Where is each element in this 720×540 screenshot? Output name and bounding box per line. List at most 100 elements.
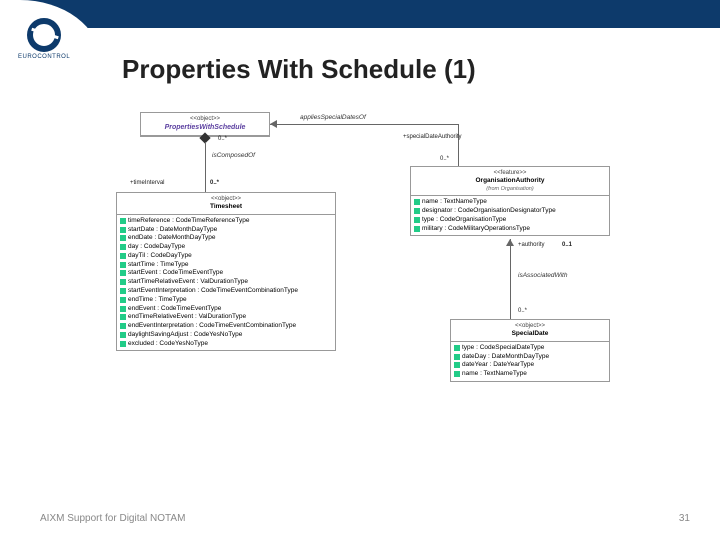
attribute: endTime : TimeType (120, 296, 332, 305)
footer: AIXM Support for Digital NOTAM 31 (40, 513, 690, 524)
attribute-text: military : CodeMilitaryOperationsType (422, 225, 530, 234)
attribute-icon (120, 244, 126, 250)
attribute-icon (454, 354, 460, 360)
multiplicity: 0..1 (562, 242, 572, 248)
rel-label: isComposedOf (212, 152, 255, 159)
stereotype: <<object>> (120, 195, 332, 203)
attribute-icon (120, 323, 126, 329)
class-name: SpecialDate (454, 330, 606, 339)
attribute: military : CodeMilitaryOperationsType (414, 225, 606, 234)
attribute: startDate : DateMonthDayType (120, 226, 332, 235)
attribute-text: name : TextNameType (462, 370, 527, 379)
attribute-icon (120, 314, 126, 320)
attribute-icon (414, 226, 420, 232)
attribute: type : CodeOrganisationType (414, 216, 606, 225)
stereotype: <<object>> (144, 115, 266, 123)
attribute-text: startDate : DateMonthDayType (128, 226, 217, 235)
multiplicity: +specialDateAuthority (403, 134, 462, 140)
attribute: endTimeRelativeEvent : ValDurationType (120, 313, 332, 322)
arrow-icon (506, 239, 514, 246)
arrow-icon (270, 120, 277, 128)
attribute: excluded : CodeYesNoType (120, 340, 332, 349)
attribute-text: startTimeRelativeEvent : ValDurationType (128, 278, 248, 287)
attribute-text: type : CodeOrganisationType (422, 216, 506, 225)
attribute: daylightSavingAdjust : CodeYesNoType (120, 331, 332, 340)
class-from: (from Organisation) (414, 186, 606, 193)
attribute-text: name : TextNameType (422, 198, 487, 207)
class-timesheet: <<object>> Timesheet timeReference : Cod… (116, 192, 336, 351)
attribute: name : TextNameType (414, 198, 606, 207)
attribute-text: endEventInterpretation : CodeTimeEventCo… (128, 322, 296, 331)
attribute-text: startEventInterpretation : CodeTimeEvent… (128, 287, 298, 296)
attribute: designator : CodeOrganisationDesignatorT… (414, 207, 606, 216)
attribute: day : CodeDayType (120, 243, 332, 252)
attribute-text: startTime : TimeType (128, 261, 188, 270)
attribute-icon (414, 217, 420, 223)
assoc-is-composed-of (205, 142, 206, 192)
attribute-text: dayTil : CodeDayType (128, 252, 192, 261)
attribute-icon (120, 270, 126, 276)
stereotype: <<object>> (454, 322, 606, 330)
attribute: dateYear : DateYearType (454, 361, 606, 370)
attribute-text: daylightSavingAdjust : CodeYesNoType (128, 331, 242, 340)
page-title: Properties With Schedule (1) (122, 54, 476, 85)
attribute-text: startEvent : CodeTimeEventType (128, 269, 223, 278)
attr-list: type : CodeSpecialDateTypedateDay : Date… (451, 342, 609, 381)
attribute-icon (120, 218, 126, 224)
page-number: 31 (679, 513, 690, 524)
class-name: Timesheet (120, 203, 332, 212)
attribute-text: timeReference : CodeTimeReferenceType (128, 217, 250, 226)
attribute-icon (120, 341, 126, 347)
attribute-icon (120, 227, 126, 233)
stereotype: <<feature>> (414, 169, 606, 177)
multiplicity: 0..* (218, 136, 227, 142)
class-name: OrganisationAuthority (414, 177, 606, 186)
attribute: dateDay : DateMonthDayType (454, 353, 606, 362)
attribute-icon (120, 253, 126, 259)
attribute: type : CodeSpecialDateType (454, 344, 606, 353)
attribute-icon (414, 199, 420, 205)
rel-label: appliesSpecialDatesOf (300, 114, 366, 121)
attribute-text: type : CodeSpecialDateType (462, 344, 544, 353)
multiplicity: 0..* (440, 156, 449, 162)
multiplicity: 0..* (518, 308, 527, 314)
topbar (0, 0, 720, 28)
attribute-text: dateDay : DateMonthDayType (462, 353, 549, 362)
attribute-icon (120, 262, 126, 268)
attribute-icon (120, 297, 126, 303)
attr-list: name : TextNameTypedesignator : CodeOrga… (411, 196, 609, 235)
attribute-icon (120, 235, 126, 241)
brand-logo: EUROCONTROL (18, 18, 70, 60)
attribute-icon (454, 362, 460, 368)
attribute: startEvent : CodeTimeEventType (120, 269, 332, 278)
attribute-text: endEvent : CodeTimeEventType (128, 305, 221, 314)
class-special-date: <<object>> SpecialDate type : CodeSpecia… (450, 319, 610, 382)
attribute-icon (120, 288, 126, 294)
logo-ring-icon (27, 18, 61, 52)
attribute: startTimeRelativeEvent : ValDurationType (120, 278, 332, 287)
attribute: endDate : DateMonthDayType (120, 234, 332, 243)
attribute-text: endTimeRelativeEvent : ValDurationType (128, 313, 246, 322)
attribute-icon (414, 208, 420, 214)
attribute-text: excluded : CodeYesNoType (128, 340, 208, 349)
attribute-icon (120, 306, 126, 312)
multiplicity: 0..* (210, 180, 219, 186)
assoc-applies-special-dates (270, 124, 458, 125)
attribute-text: endDate : DateMonthDayType (128, 234, 215, 243)
role: +authority (518, 242, 545, 248)
footer-text: AIXM Support for Digital NOTAM (40, 513, 185, 524)
attribute-text: designator : CodeOrganisationDesignatorT… (422, 207, 556, 216)
brand-name: EUROCONTROL (18, 54, 70, 60)
role: +timeInterval (130, 180, 165, 186)
attribute-text: day : CodeDayType (128, 243, 185, 252)
attribute-icon (120, 279, 126, 285)
attribute-icon (454, 345, 460, 351)
class-organisation-authority: <<feature>> OrganisationAuthority (from … (410, 166, 610, 236)
uml-diagram: <<object>> PropertiesWithSchedule applie… (100, 112, 660, 472)
attribute: dayTil : CodeDayType (120, 252, 332, 261)
attr-list: timeReference : CodeTimeReferenceTypesta… (117, 215, 335, 350)
attribute: startEventInterpretation : CodeTimeEvent… (120, 287, 332, 296)
class-name: PropertiesWithSchedule (144, 123, 266, 132)
attribute-text: endTime : TimeType (128, 296, 187, 305)
attribute: timeReference : CodeTimeReferenceType (120, 217, 332, 226)
